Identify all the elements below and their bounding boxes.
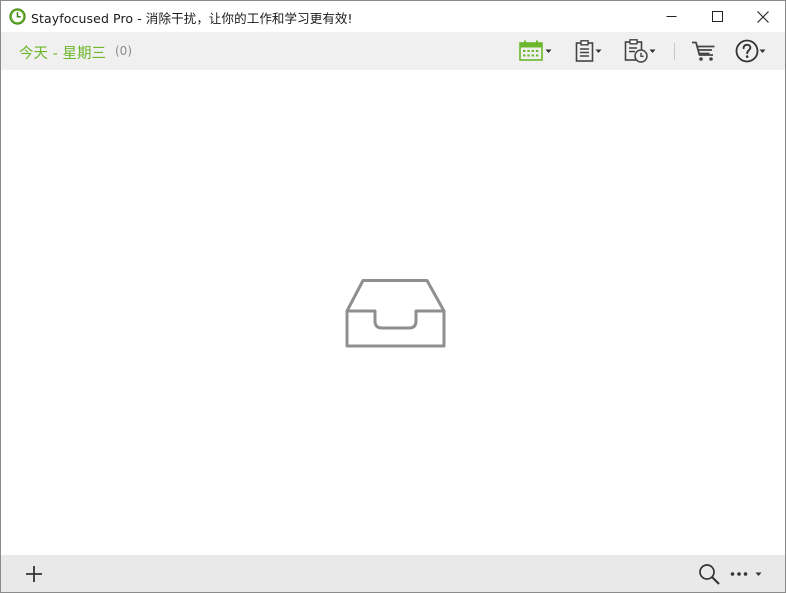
day-title[interactable]: 今天 - 星期三 xyxy=(19,42,106,63)
chevron-down-icon xyxy=(649,49,656,54)
toolbar-divider xyxy=(674,43,675,60)
help-button[interactable] xyxy=(735,36,766,66)
empty-inbox-icon xyxy=(345,279,447,353)
close-button[interactable] xyxy=(740,1,786,32)
cart-button[interactable] xyxy=(691,36,717,66)
clipboard-icon xyxy=(575,40,595,62)
chevron-down-icon xyxy=(595,49,602,54)
maximize-button[interactable] xyxy=(694,1,740,32)
more-options-button[interactable] xyxy=(730,561,762,587)
bottom-bar xyxy=(1,555,785,592)
title-bar[interactable]: Stayfocused Pro - 消除干扰，让你的工作和学习更有效! xyxy=(1,1,785,32)
calendar-button[interactable] xyxy=(519,36,552,66)
task-list-area[interactable] xyxy=(1,70,785,555)
calendar-icon xyxy=(519,40,545,62)
close-icon xyxy=(757,10,769,23)
add-task-button[interactable] xyxy=(25,561,43,587)
task-count: (0) xyxy=(115,44,132,58)
chevron-down-icon xyxy=(759,49,766,54)
schedule-button[interactable] xyxy=(624,36,656,66)
shopping-cart-icon xyxy=(691,40,717,62)
clipboard-clock-icon xyxy=(624,39,649,63)
search-icon xyxy=(698,563,720,585)
main-toolbar: 今天 - 星期三 (0) xyxy=(1,32,785,70)
minimize-button[interactable] xyxy=(648,1,694,32)
chevron-down-icon xyxy=(545,49,552,54)
stayfocused-clock-icon xyxy=(9,8,26,25)
maximize-icon xyxy=(711,11,723,22)
task-list-button[interactable] xyxy=(575,36,602,66)
chevron-down-icon xyxy=(755,572,762,577)
plus-icon xyxy=(25,565,43,583)
more-icon xyxy=(730,571,748,577)
app-window: Stayfocused Pro - 消除干扰，让你的工作和学习更有效! 今天 -… xyxy=(0,0,786,593)
window-title: Stayfocused Pro - 消除干扰，让你的工作和学习更有效! xyxy=(31,11,353,26)
search-button[interactable] xyxy=(698,561,720,587)
minimize-icon xyxy=(666,11,677,22)
help-icon xyxy=(735,39,759,63)
